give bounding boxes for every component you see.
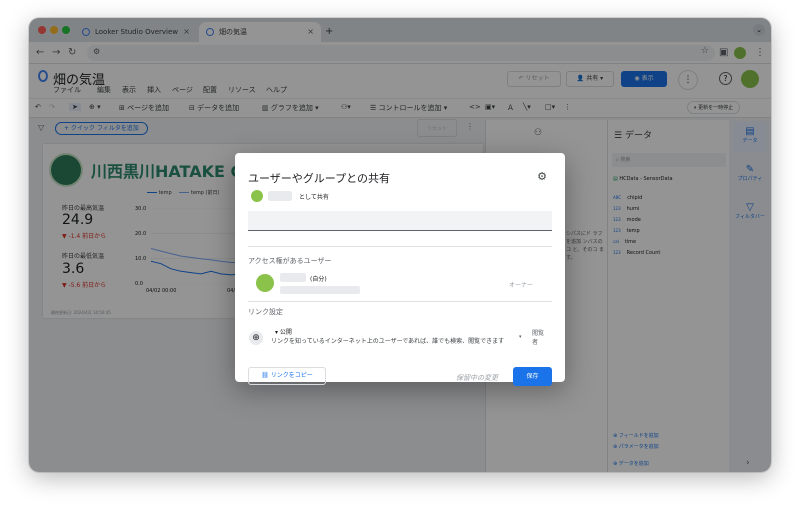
share-as-text: として共有 bbox=[299, 194, 329, 201]
link-settings-header: リンク設定 bbox=[248, 308, 283, 316]
role-select[interactable]: 閲覧者 bbox=[532, 329, 546, 347]
redacted-name bbox=[268, 191, 292, 201]
redacted-user bbox=[280, 273, 306, 282]
copy-link-label: リンクをコピー bbox=[270, 372, 313, 379]
self-suffix: (自分) bbox=[310, 276, 327, 283]
copy-link-button[interactable]: ⛓ リンクをコピー bbox=[248, 367, 326, 385]
dialog-title: ユーザーやグループとの共有 bbox=[248, 172, 391, 185]
settings-gear-icon[interactable]: ⚙ bbox=[537, 170, 547, 183]
owner-role: オーナー bbox=[509, 282, 534, 289]
redacted-email bbox=[280, 286, 360, 294]
visibility-select[interactable]: ▾ 公開 bbox=[275, 327, 292, 336]
divider bbox=[248, 301, 552, 302]
user-avatar bbox=[256, 274, 274, 292]
sharer-avatar bbox=[251, 190, 263, 202]
role-dropdown-arrow[interactable]: ▾ bbox=[519, 334, 522, 340]
browser-window: Looker Studio Overview × 畑の気温 × + ⌄ ← → … bbox=[29, 18, 771, 472]
divider bbox=[248, 246, 552, 247]
share-dialog: ユーザーやグループとの共有 ⚙ として共有 アクセス権があるユーザー (自分) … bbox=[235, 153, 565, 386]
visibility-description: リンクを知っているインターネット上のユーザーであれば、誰でも検索、閲覧できます bbox=[271, 338, 505, 345]
access-header: アクセス権があるユーザー bbox=[248, 257, 332, 265]
globe-icon: ⊕ bbox=[249, 331, 263, 345]
save-button[interactable]: 保存 bbox=[513, 367, 552, 386]
add-people-input[interactable] bbox=[248, 211, 552, 231]
visibility-label: 公開 bbox=[279, 329, 292, 336]
pending-changes-text: 保留中の変更 bbox=[456, 374, 498, 382]
